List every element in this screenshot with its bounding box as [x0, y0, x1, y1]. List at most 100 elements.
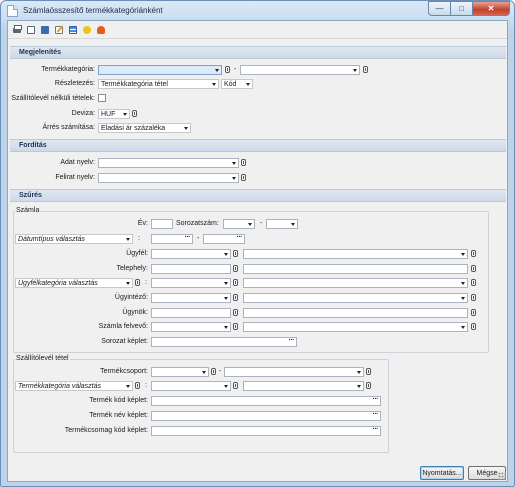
site-label: Telephely: — [116, 265, 148, 272]
chevron-down-icon — [224, 385, 228, 388]
customer-category-name-select[interactable] — [243, 278, 468, 288]
clear-icon[interactable] — [211, 368, 216, 375]
clear-icon[interactable] — [233, 279, 238, 286]
clear-icon[interactable] — [233, 294, 238, 301]
clear-icon[interactable] — [471, 250, 476, 257]
ellipsis-icon[interactable]: ··· — [373, 427, 379, 433]
product-category-name-select[interactable] — [243, 381, 364, 391]
clear-icon[interactable] — [135, 279, 140, 286]
customer-category-value: Ügyfélkategória választás — [18, 280, 98, 287]
clear-icon[interactable] — [241, 174, 246, 181]
customer-name-select[interactable] — [243, 249, 468, 259]
window-title: Számlaösszesítő termékkategóriánként — [23, 6, 163, 15]
clear-icon[interactable] — [471, 294, 476, 301]
ellipsis-icon[interactable]: ··· — [289, 338, 295, 344]
chevron-down-icon — [224, 282, 228, 285]
clear-icon[interactable] — [132, 110, 137, 117]
ellipsis-icon[interactable]: ··· — [373, 397, 379, 403]
close-button[interactable]: ✕ — [472, 1, 510, 16]
maximize-button[interactable]: □ — [450, 1, 472, 16]
ellipsis-icon[interactable]: ··· — [185, 235, 191, 241]
currency-select[interactable]: HUF — [98, 109, 130, 119]
customer-category-code-select[interactable] — [151, 278, 231, 288]
serial-to-select[interactable] — [266, 219, 298, 229]
star-icon[interactable] — [80, 23, 92, 35]
colon-separator: : — [138, 235, 140, 242]
invoice-recorder-name-select[interactable] — [243, 322, 468, 332]
site-code-input[interactable] — [151, 264, 231, 274]
no-delivery-items-label: Szállítólevél nélküli tételek: — [11, 95, 95, 102]
chevron-down-icon — [224, 253, 228, 256]
clear-icon[interactable] — [233, 250, 238, 257]
heart-icon[interactable] — [94, 23, 106, 35]
code-select[interactable]: Kód — [221, 79, 253, 89]
clear-icon[interactable] — [135, 382, 140, 389]
clear-icon[interactable] — [363, 66, 368, 73]
clear-icon[interactable] — [366, 368, 371, 375]
chevron-down-icon — [246, 83, 250, 86]
clear-icon[interactable] — [241, 159, 246, 166]
product-category-to-select[interactable] — [240, 65, 360, 75]
customer-label: Ügyfél: — [126, 250, 148, 257]
clear-icon[interactable] — [471, 323, 476, 330]
package-code-formula-input[interactable]: ··· — [151, 426, 381, 436]
clear-icon[interactable] — [225, 66, 230, 73]
clear-icon[interactable] — [471, 265, 476, 272]
clear-icon[interactable] — [471, 309, 476, 316]
customer-category-select[interactable]: Ügyfélkategória választás — [15, 278, 133, 288]
product-group-from-select[interactable] — [151, 367, 209, 377]
date-type-select[interactable]: Dátumtípus választás — [15, 234, 133, 244]
ellipsis-icon[interactable]: ··· — [237, 235, 243, 241]
chevron-down-icon — [461, 297, 465, 300]
clear-icon[interactable] — [233, 265, 238, 272]
product-code-formula-input[interactable]: ··· — [151, 396, 381, 406]
clear-icon[interactable] — [366, 382, 371, 389]
label-language-select[interactable] — [98, 173, 239, 183]
preview-icon[interactable] — [24, 23, 36, 35]
serial-formula-input[interactable]: ··· — [151, 337, 297, 347]
administrator-code-select[interactable] — [151, 293, 231, 303]
product-category-code-select[interactable] — [151, 381, 231, 391]
invoice-recorder-code-select[interactable] — [151, 322, 231, 332]
printer-icon[interactable] — [10, 23, 22, 35]
site-name-input[interactable] — [243, 264, 468, 274]
clear-icon[interactable] — [233, 309, 238, 316]
range-separator: - — [197, 235, 200, 242]
chevron-down-icon — [224, 326, 228, 329]
date-from-input[interactable]: ··· — [151, 234, 193, 244]
chevron-down-icon — [126, 282, 130, 285]
agent-code-input[interactable] — [151, 308, 231, 318]
table-icon[interactable] — [66, 23, 78, 35]
chevron-down-icon — [224, 297, 228, 300]
product-group-label: Termékcsoport: — [100, 368, 148, 375]
data-language-select[interactable] — [98, 158, 239, 168]
clear-icon[interactable] — [471, 279, 476, 286]
clear-icon[interactable] — [233, 382, 238, 389]
edit-icon[interactable] — [52, 23, 64, 35]
product-group-to-select[interactable] — [224, 367, 364, 377]
details-select[interactable]: Termékkategória tétel — [98, 79, 219, 89]
customer-code-select[interactable] — [151, 249, 231, 259]
administrator-name-select[interactable] — [243, 293, 468, 303]
agent-name-input[interactable] — [243, 308, 468, 318]
currency-value: HUF — [101, 111, 116, 118]
date-to-input[interactable]: ··· — [203, 234, 245, 244]
minimize-button[interactable]: — — [428, 1, 450, 16]
chevron-down-icon — [215, 69, 219, 72]
product-name-formula-input[interactable]: ··· — [151, 411, 381, 421]
product-category-from-select[interactable] — [98, 65, 222, 75]
product-name-formula-label: Termék név képlet: — [89, 412, 148, 419]
delivery-item-group-title: Szállítólevél tétel — [15, 355, 70, 362]
margin-calc-select[interactable]: Eladási ár százaléka — [98, 123, 191, 133]
no-delivery-items-checkbox[interactable] — [98, 94, 106, 102]
print-button[interactable]: Nyomtatás... — [420, 466, 464, 480]
export-icon[interactable] — [38, 23, 50, 35]
resize-grip[interactable] — [498, 472, 506, 480]
ellipsis-icon[interactable]: ··· — [373, 412, 379, 418]
product-category-choice-select[interactable]: Termékkategória választás — [15, 381, 133, 391]
clear-icon[interactable] — [233, 323, 238, 330]
title-bar: Számlaösszesítő termékkategóriánként — □… — [1, 1, 514, 21]
code-value: Kód — [224, 81, 237, 88]
year-input[interactable] — [151, 219, 173, 229]
serial-from-select[interactable] — [223, 219, 255, 229]
